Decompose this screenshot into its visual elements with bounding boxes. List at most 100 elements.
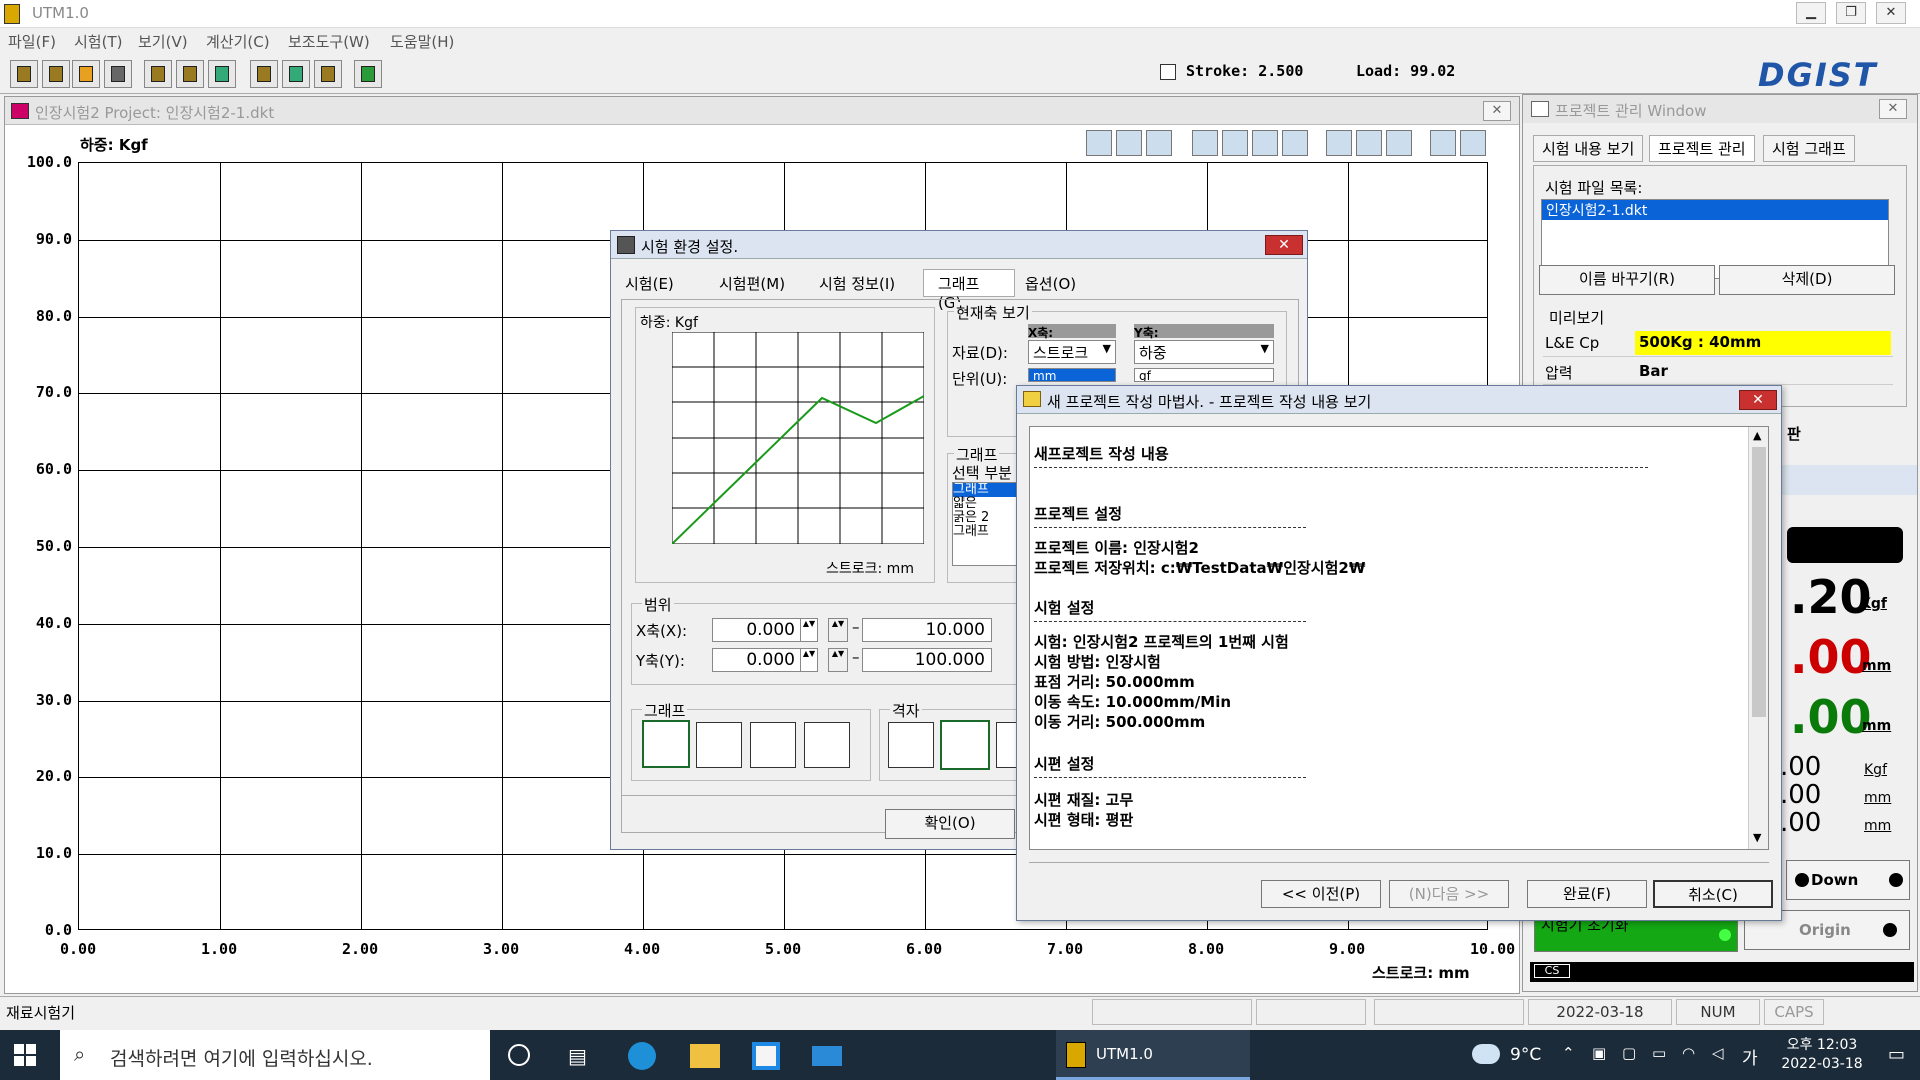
x-min-spinner[interactable]: ▲▼ — [800, 618, 818, 642]
graph-view-icon-2[interactable] — [1222, 130, 1248, 156]
menu-tools[interactable]: 보조도구(W) — [288, 31, 370, 52]
env-tab-specimen[interactable]: 시험편(M) — [719, 273, 785, 294]
grid-none-icon[interactable] — [1326, 130, 1352, 156]
graph-view-icon-3[interactable] — [1252, 130, 1278, 156]
cortana-icon[interactable] — [508, 1044, 530, 1066]
delete-button[interactable]: 삭제(D) — [1719, 265, 1895, 295]
prev-button[interactable]: << 이전(P) — [1261, 880, 1381, 908]
env-dialog-close-icon[interactable]: ✕ — [1265, 235, 1303, 255]
arrow-right-icon[interactable] — [1116, 130, 1142, 156]
graph-window-close-icon[interactable]: ✕ — [1483, 101, 1511, 121]
env-tab-test-info[interactable]: 시험 정보(I) — [819, 273, 895, 294]
menu-calculator[interactable]: 계산기(C) — [206, 31, 270, 52]
env-tab-graph[interactable]: 그래프(G) — [923, 269, 1015, 312]
graph-style-single-icon[interactable] — [642, 720, 690, 768]
windows-start-icon[interactable] — [14, 1044, 36, 1066]
mail-icon[interactable] — [812, 1046, 842, 1066]
taskbar-search-box[interactable]: ⌕ 검색하려면 여기에 입력하십시오. — [60, 1030, 490, 1080]
toolbar-button-5[interactable] — [144, 60, 172, 88]
rename-button[interactable]: 이름 바꾸기(R) — [1539, 265, 1715, 295]
grid-icon[interactable] — [1356, 130, 1382, 156]
restore-button[interactable]: ❐ — [1836, 2, 1866, 24]
volume-icon[interactable]: ◁ — [1712, 1044, 1724, 1062]
graph-part-item[interactable]: 굵은 2 — [953, 511, 1021, 525]
menu-test[interactable]: 시험(T) — [74, 31, 122, 52]
wifi-icon[interactable]: ◠ — [1682, 1044, 1695, 1062]
y-max-input[interactable]: 100.000 — [862, 648, 992, 672]
wizard-close-icon[interactable]: ✕ — [1739, 390, 1777, 410]
y-axis-head: Y축: — [1134, 324, 1274, 340]
settings-icon[interactable] — [1460, 130, 1486, 156]
readout-checkbox[interactable] — [1160, 64, 1176, 80]
y-data-select[interactable]: 하중 ▼ — [1134, 340, 1274, 364]
menu-help[interactable]: 도움말(H) — [390, 31, 454, 52]
x-unit-select[interactable]: mm — [1028, 368, 1116, 382]
grid-none-option-icon[interactable] — [888, 722, 934, 768]
scroll-down-icon[interactable]: ▼ — [1753, 831, 1761, 844]
arrow-left-icon[interactable] — [1086, 130, 1112, 156]
toolbar-button-print[interactable] — [104, 60, 132, 88]
toolbar-button-open[interactable] — [72, 60, 100, 88]
report-scrollbar[interactable]: ▲ ▼ — [1748, 427, 1768, 849]
zoom-icon[interactable] — [1430, 130, 1456, 156]
taskbar-active-app[interactable]: UTM1.0 — [1056, 1030, 1250, 1080]
x-data-select[interactable]: 스트로크 ▼ — [1028, 340, 1116, 364]
graph-part-item[interactable]: 그래프 — [953, 483, 1021, 497]
page-icon[interactable] — [1146, 130, 1172, 156]
graph-style-triple-icon[interactable] — [750, 722, 796, 768]
tray-monitor-icon[interactable]: ▢ — [1622, 1044, 1636, 1062]
graph-part-list[interactable]: 그래프 얇은 굵은 2 그래프 — [952, 482, 1022, 566]
tab-test-content[interactable]: 시험 내용 보기 — [1533, 135, 1644, 162]
graph-view-icon-4[interactable] — [1282, 130, 1308, 156]
store-icon[interactable] — [752, 1042, 780, 1070]
menu-file[interactable]: 파일(F) — [8, 31, 56, 52]
toolbar-button-9[interactable] — [282, 60, 310, 88]
next-button[interactable]: (N)다음 >> — [1389, 880, 1509, 908]
project-window-close-icon[interactable]: ✕ — [1879, 99, 1907, 119]
tray-chevron-up-icon[interactable]: ⌃ — [1562, 1044, 1575, 1062]
ime-indicator[interactable]: 가 — [1742, 1044, 1758, 1069]
clock-time[interactable]: 오후 12:03 — [1774, 1034, 1870, 1054]
x-min-spinner-2[interactable]: ▲▼ — [828, 618, 848, 642]
toolbar-button-1[interactable] — [10, 60, 38, 88]
close-icon[interactable]: ✕ — [1876, 2, 1906, 24]
finish-button[interactable]: 완료(F) — [1527, 880, 1647, 908]
graph-part-item[interactable]: 얇은 — [953, 497, 1021, 511]
toolbar-button-10[interactable] — [314, 60, 342, 88]
env-tab-options[interactable]: 옵션(O) — [1025, 273, 1076, 294]
menu-view[interactable]: 보기(V) — [138, 31, 188, 52]
weather-icon[interactable] — [1472, 1044, 1500, 1064]
tab-project-manage[interactable]: 프로젝트 관리 — [1649, 135, 1755, 162]
grid-option-icon[interactable] — [940, 720, 990, 770]
y-min-spinner-2[interactable]: ▲▼ — [828, 648, 848, 672]
file-list-item[interactable]: 인장시험2-1.dkt — [1542, 200, 1888, 220]
toolbar-button-book[interactable] — [354, 60, 382, 88]
y-min-spinner[interactable]: ▲▼ — [800, 648, 818, 672]
tray-device-icon[interactable]: ▣ — [1592, 1044, 1606, 1062]
toolbar-button-2[interactable] — [42, 60, 70, 88]
graph-part-item[interactable]: 그래프 — [953, 525, 1021, 539]
file-explorer-icon[interactable] — [690, 1044, 720, 1068]
down-button[interactable]: Down — [1786, 860, 1910, 900]
battery-icon[interactable]: ▭ — [1652, 1044, 1666, 1062]
env-tab-test[interactable]: 시험(E) — [625, 273, 674, 294]
graph-style-double-icon[interactable] — [696, 722, 742, 768]
x-max-input[interactable]: 10.000 — [862, 618, 992, 642]
minimize-button[interactable]: ▁ — [1796, 2, 1826, 24]
tab-test-graph[interactable]: 시험 그래프 — [1763, 135, 1855, 162]
toolbar-button-6[interactable] — [176, 60, 204, 88]
toolbar-button-chart[interactable] — [208, 60, 236, 88]
cancel-button[interactable]: 취소(C) — [1653, 880, 1773, 908]
env-ok-button[interactable]: 확인(O) — [885, 809, 1015, 839]
clock-date[interactable]: 2022-03-18 — [1774, 1056, 1870, 1072]
scroll-up-icon[interactable]: ▲ — [1753, 429, 1761, 442]
y-unit-select[interactable]: gf — [1134, 368, 1274, 382]
edge-icon[interactable] — [628, 1042, 656, 1070]
grid-fine-icon[interactable] — [1386, 130, 1412, 156]
toolbar-button-8[interactable] — [250, 60, 278, 88]
notification-icon[interactable]: ▭ — [1888, 1044, 1905, 1065]
task-view-icon[interactable]: ▤ — [568, 1044, 587, 1068]
graph-view-icon-1[interactable] — [1192, 130, 1218, 156]
graph-style-split-icon[interactable] — [804, 722, 850, 768]
scroll-thumb[interactable] — [1752, 447, 1766, 717]
